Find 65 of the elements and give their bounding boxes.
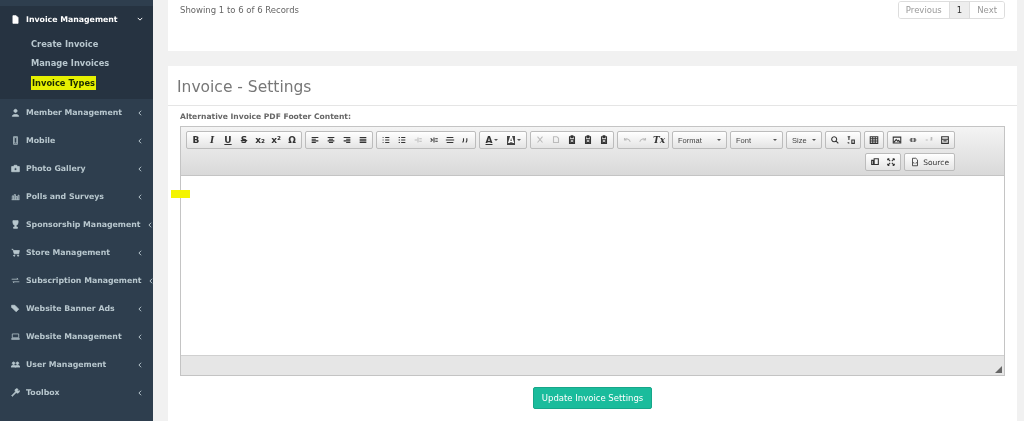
link-icon	[908, 135, 918, 145]
camera-icon	[11, 164, 20, 173]
outdent-icon	[413, 135, 423, 145]
toolbar-button[interactable]: x²	[268, 132, 284, 148]
indent-icon	[429, 135, 439, 145]
chevron-left-icon	[146, 221, 153, 228]
chevron-left-icon	[137, 165, 143, 172]
chevron-left-icon	[137, 249, 143, 256]
chevron-left-icon	[137, 109, 143, 116]
arrows-icon	[11, 276, 20, 285]
chevron-left-icon	[147, 277, 154, 284]
records-summary: Showing 1 to 6 of 6 Records	[180, 5, 300, 15]
toolbar-button[interactable]: B	[188, 132, 204, 148]
submenu-item[interactable]: Invoice Types	[31, 75, 96, 90]
align-center-icon	[326, 135, 336, 145]
users-icon	[11, 360, 20, 369]
chart-icon	[11, 192, 20, 201]
color-button[interactable]: A	[481, 132, 503, 148]
card-title: Invoice - Settings	[168, 66, 1017, 106]
video-icon	[940, 135, 950, 145]
laptop-icon	[11, 332, 20, 341]
submenu-item[interactable]: Manage Invoices	[31, 57, 110, 70]
search-icon	[830, 135, 840, 145]
color-button[interactable]: A	[503, 132, 525, 148]
chevron-left-icon	[137, 137, 143, 144]
maximize-icon	[886, 157, 897, 167]
highlight-mark	[171, 190, 190, 198]
phone-icon	[11, 136, 20, 145]
toolbar-button[interactable]: S	[236, 132, 252, 148]
paste-icon	[583, 135, 593, 145]
chevron-left-icon	[137, 361, 143, 368]
person-icon	[11, 108, 20, 117]
submenu-item[interactable]: Create Invoice	[31, 37, 99, 50]
cart-icon	[11, 248, 20, 257]
justify-icon	[358, 135, 368, 145]
trophy-icon	[11, 220, 20, 229]
document-icon	[11, 14, 20, 24]
tags-icon	[11, 304, 20, 313]
paste-icon	[599, 135, 609, 145]
toolbar-button[interactable]: I	[204, 132, 220, 148]
chevron-left-icon	[137, 193, 143, 200]
chevron-left-icon	[137, 305, 143, 312]
toolbar-button[interactable]: U	[220, 132, 236, 148]
chevron-left-icon	[137, 333, 143, 340]
table-icon	[869, 135, 879, 145]
align-right-icon	[342, 135, 352, 145]
toolbar-button[interactable]: Ω	[284, 132, 300, 148]
redo-icon	[638, 135, 648, 145]
cut-icon	[535, 135, 545, 145]
copy-icon	[551, 135, 561, 145]
chevron-down-icon	[137, 16, 143, 22]
toolbar-button[interactable]: Tx	[651, 132, 667, 148]
chevron-left-icon	[137, 389, 143, 396]
document-icon	[910, 157, 921, 167]
paste-icon	[567, 135, 577, 145]
image-icon	[892, 135, 902, 145]
toolbar-button[interactable]: x₂	[252, 132, 268, 148]
align-left-icon	[310, 135, 320, 145]
page-button[interactable]: 1	[948, 2, 970, 18]
resize-grip-icon[interactable]	[995, 366, 1002, 373]
bullet-list-icon	[397, 135, 407, 145]
wrench-icon	[11, 388, 20, 397]
undo-icon	[622, 135, 632, 145]
numbered-list-icon	[381, 135, 391, 145]
rule-icon	[445, 135, 455, 145]
